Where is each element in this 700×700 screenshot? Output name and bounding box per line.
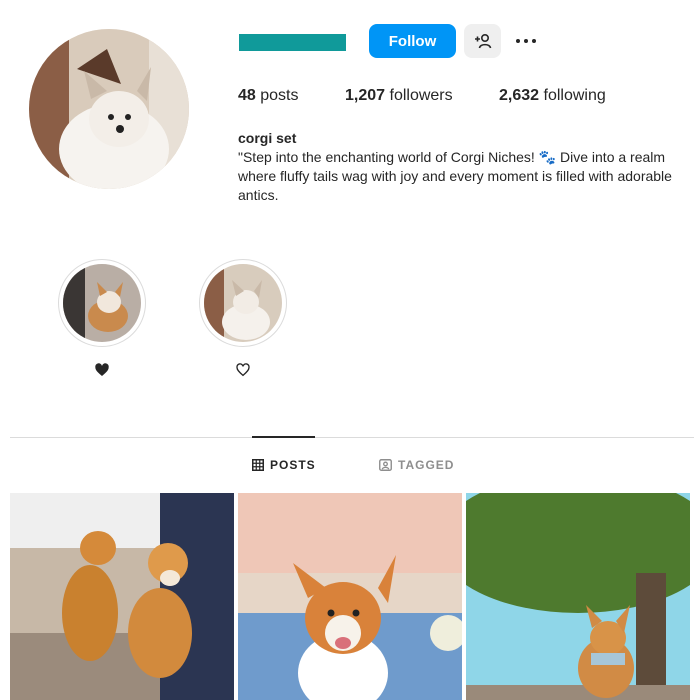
dot-icon — [524, 39, 528, 43]
tabs-divider — [10, 437, 694, 438]
add-user-icon — [474, 33, 491, 49]
following-count: 2,632 — [499, 87, 540, 104]
post-2[interactable] — [238, 493, 462, 700]
heart-outline-icon — [236, 363, 250, 377]
highlight-2-like[interactable] — [235, 362, 251, 383]
grid-icon — [252, 459, 264, 471]
corgi-photo — [29, 29, 189, 189]
suggested-accounts-button[interactable] — [464, 24, 501, 58]
tab-posts[interactable]: POSTS — [252, 458, 316, 472]
highlight-1[interactable] — [58, 259, 146, 347]
posts-stat[interactable]: 48 posts — [238, 87, 298, 105]
tab-tagged-label: TAGGED — [398, 458, 455, 472]
following-stat[interactable]: 2,632 following — [499, 87, 606, 105]
posts-label: posts — [255, 87, 299, 104]
tab-tagged[interactable]: TAGGED — [379, 458, 454, 472]
post-1-image — [10, 493, 234, 700]
dot-icon — [516, 39, 520, 43]
post-1[interactable] — [10, 493, 234, 700]
highlight-cover-image — [63, 264, 141, 342]
post-3-image — [466, 493, 690, 700]
profile-avatar[interactable] — [29, 29, 189, 189]
posts-count: 48 — [238, 87, 256, 104]
more-options-button[interactable] — [511, 26, 541, 56]
username-redacted — [239, 34, 346, 51]
active-tab-indicator — [252, 436, 315, 438]
followers-label: followers — [385, 87, 453, 104]
heart-filled-icon — [95, 363, 109, 376]
followers-stat[interactable]: 1,207 followers — [345, 87, 453, 105]
post-3[interactable] — [466, 493, 690, 700]
tab-posts-label: POSTS — [270, 458, 316, 472]
highlight-1-like[interactable] — [94, 362, 110, 383]
tag-icon — [379, 459, 392, 471]
bio-text: "Step into the enchanting world of Corgi… — [238, 149, 672, 203]
highlight-2[interactable] — [199, 259, 287, 347]
post-2-image — [238, 493, 462, 700]
following-label: following — [539, 87, 606, 104]
display-name: corgi set — [238, 130, 297, 146]
follow-button[interactable]: Follow — [369, 24, 456, 58]
followers-count: 1,207 — [345, 87, 386, 104]
dot-icon — [532, 39, 536, 43]
highlight-cover-image — [204, 264, 282, 342]
